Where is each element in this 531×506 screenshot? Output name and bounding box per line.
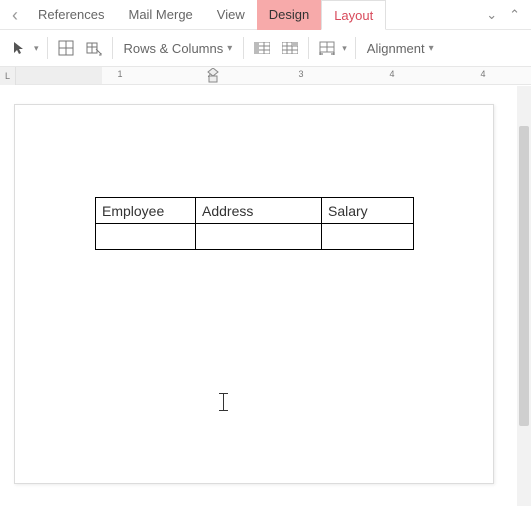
table-row[interactable]: Employee Address Salary bbox=[96, 198, 414, 224]
table-cell[interactable] bbox=[322, 224, 414, 250]
table-cell[interactable]: Salary bbox=[322, 198, 414, 224]
toolbar-separator bbox=[47, 37, 48, 59]
text-cursor-icon bbox=[217, 393, 231, 411]
ruler-number: 4 bbox=[389, 69, 394, 79]
ribbon-collapse-icon[interactable]: ⌃ bbox=[506, 7, 523, 23]
rows-columns-dropdown[interactable]: Rows & Columns ▾ bbox=[118, 35, 239, 61]
tab-design[interactable]: Design bbox=[257, 0, 321, 30]
toolbar-separator bbox=[243, 37, 244, 59]
chevron-down-icon: ▾ bbox=[429, 43, 434, 54]
select-tool-caret-icon[interactable]: ▾ bbox=[34, 43, 42, 54]
autofit-caret-icon[interactable]: ▾ bbox=[342, 43, 350, 54]
table-cell[interactable] bbox=[96, 224, 196, 250]
ruler-corner: L bbox=[0, 67, 16, 85]
tab-references[interactable]: References bbox=[26, 0, 116, 30]
ribbon-down-icon[interactable]: ⌄ bbox=[483, 7, 500, 23]
table-cell[interactable]: Employee bbox=[96, 198, 196, 224]
tab-layout[interactable]: Layout bbox=[321, 0, 386, 30]
scrollbar-thumb[interactable] bbox=[519, 126, 529, 426]
vertical-scrollbar[interactable] bbox=[517, 86, 531, 506]
document-table[interactable]: Employee Address Salary bbox=[95, 197, 414, 250]
ruler-number: 3 bbox=[298, 69, 303, 79]
chevron-down-icon: ▾ bbox=[227, 43, 232, 54]
table-cell[interactable] bbox=[196, 224, 322, 250]
tab-mail-merge[interactable]: Mail Merge bbox=[116, 0, 204, 30]
ruler-scale[interactable]: 1 2 3 4 4 bbox=[16, 67, 531, 84]
document-workspace: Employee Address Salary bbox=[0, 86, 531, 506]
ruler-indent-marker[interactable] bbox=[206, 68, 220, 84]
merge-cells-button[interactable] bbox=[249, 35, 275, 61]
split-cells-button[interactable] bbox=[277, 35, 303, 61]
document-scroll-area[interactable]: Employee Address Salary bbox=[0, 86, 515, 506]
table-layout-toolbar: ▾ Rows & Columns ▾ bbox=[0, 30, 531, 67]
table-row[interactable] bbox=[96, 224, 414, 250]
ribbon-tab-bar: ‹ References Mail Merge View Design Layo… bbox=[0, 0, 531, 30]
alignment-label: Alignment bbox=[367, 41, 425, 56]
properties-button[interactable] bbox=[81, 35, 107, 61]
toolbar-separator bbox=[112, 37, 113, 59]
alignment-dropdown[interactable]: Alignment ▾ bbox=[361, 35, 440, 61]
tab-view[interactable]: View bbox=[205, 0, 257, 30]
ruler-number: 1 bbox=[117, 69, 122, 79]
document-page[interactable]: Employee Address Salary bbox=[14, 104, 494, 484]
ruler-number: 4 bbox=[480, 69, 485, 79]
horizontal-ruler: L 1 2 3 4 4 bbox=[0, 67, 531, 85]
table-cell[interactable]: Address bbox=[196, 198, 322, 224]
autofit-button[interactable] bbox=[314, 35, 340, 61]
toolbar-separator bbox=[355, 37, 356, 59]
rows-columns-label: Rows & Columns bbox=[124, 41, 224, 56]
select-tool-button[interactable] bbox=[6, 35, 32, 61]
ribbon-back-button[interactable]: ‹ bbox=[4, 0, 26, 30]
toolbar-separator bbox=[308, 37, 309, 59]
view-gridlines-button[interactable] bbox=[53, 35, 79, 61]
